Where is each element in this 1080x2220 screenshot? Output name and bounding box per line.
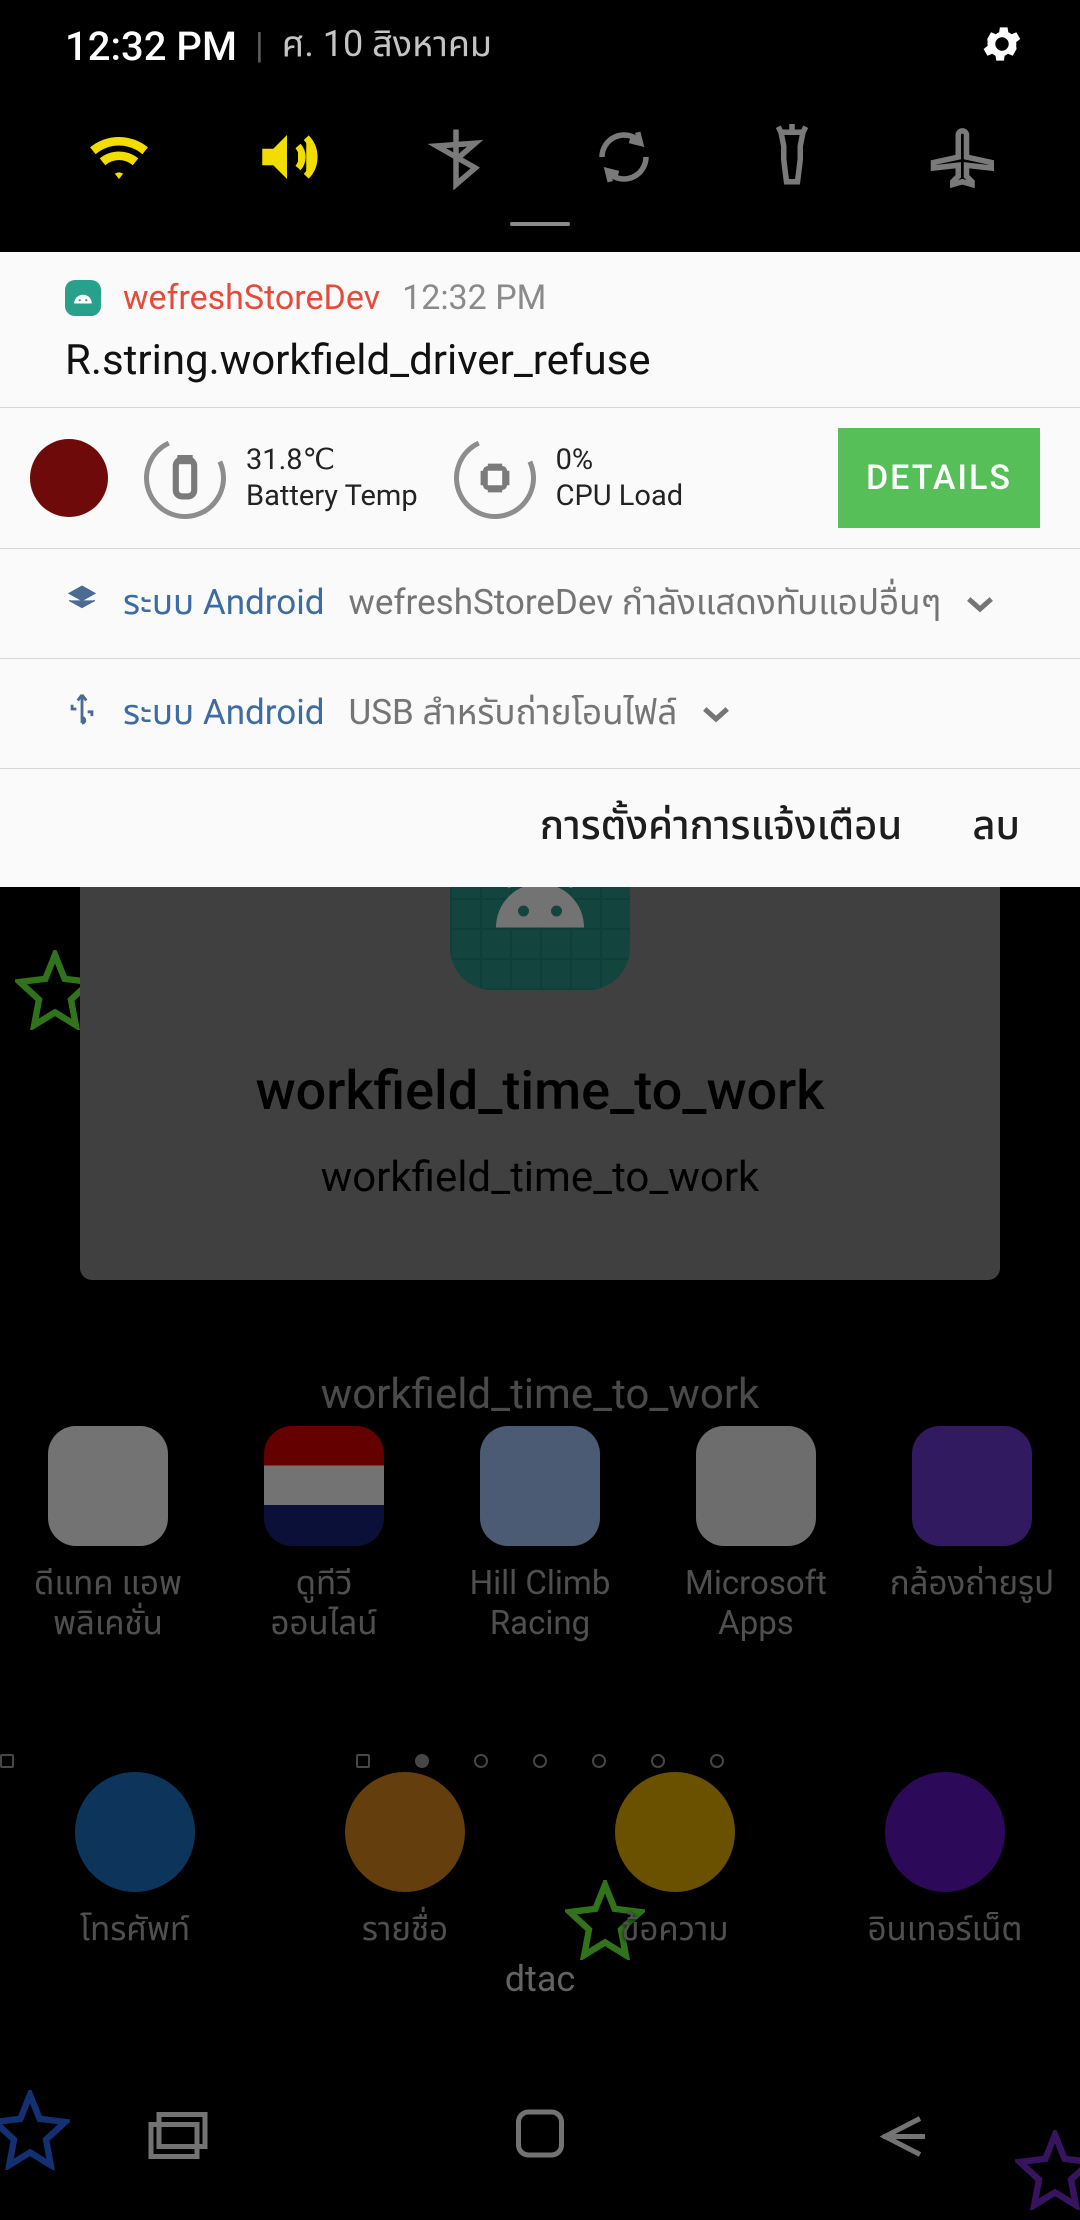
status-date: ศ. 10 สิงหาคม: [282, 19, 492, 73]
status-bar: 12:32 PM | ศ. 10 สิงหาคม: [0, 0, 1080, 92]
android-app-icon: [65, 280, 101, 316]
qs-rotate[interactable]: [579, 122, 669, 192]
qs-sound[interactable]: [242, 122, 332, 192]
battery-temp-gauge: [132, 425, 237, 530]
battery-temp-label: Battery Temp: [246, 478, 418, 514]
notification-system-usb[interactable]: ระบบ Android USB สำหรับถ่ายโอนไฟล์: [0, 658, 1080, 768]
battery-temp-value: 31.8℃: [246, 442, 418, 478]
qs-torch[interactable]: [747, 122, 837, 192]
cpu-load-label: CPU Load: [556, 478, 683, 514]
system-label: ระบบ Android: [123, 577, 325, 630]
qs-wifi[interactable]: [74, 122, 164, 192]
notification-wefresh[interactable]: wefreshStoreDev 12:32 PM R.string.workfi…: [0, 252, 1080, 407]
notification-shade[interactable]: 12:32 PM | ศ. 10 สิงหาคม wefreshStoreDev…: [0, 0, 1080, 887]
notification-system-overlay[interactable]: ระบบ Android wefreshStoreDev กำลังแสดงทั…: [0, 548, 1080, 658]
system-desc: USB สำหรับถ่ายโอนไฟล์: [349, 687, 678, 740]
details-button[interactable]: DETAILS: [838, 428, 1040, 528]
system-desc: wefreshStoreDev กำลังแสดงทับแอปอื่นๆ: [349, 577, 942, 630]
cpu-load-gauge: [442, 425, 547, 530]
shade-handle[interactable]: [0, 222, 1080, 252]
notification-app-name: wefreshStoreDev: [123, 278, 380, 318]
layers-icon: [65, 582, 99, 625]
notification-system-stats[interactable]: 31.8℃Battery Temp 0%CPU Load DETAILS: [0, 407, 1080, 548]
settings-icon[interactable]: [979, 21, 1025, 71]
clear-all-button[interactable]: ลบ: [972, 797, 1020, 857]
chevron-down-icon: [701, 704, 731, 724]
system-label: ระบบ Android: [123, 687, 325, 740]
cpu-load-value: 0%: [556, 442, 683, 478]
notification-time: 12:32 PM: [402, 278, 546, 318]
usb-icon: [65, 692, 99, 735]
chevron-down-icon: [965, 594, 995, 614]
antutu-icon: [30, 439, 108, 517]
notification-settings-button[interactable]: การตั้งค่าการแจ้งเตือน: [540, 797, 902, 857]
qs-bluetooth[interactable]: [411, 122, 501, 192]
qs-airplane[interactable]: [916, 122, 1006, 192]
status-time: 12:32 PM: [65, 23, 237, 70]
notification-title: R.string.workfield_driver_refuse: [65, 336, 1015, 385]
